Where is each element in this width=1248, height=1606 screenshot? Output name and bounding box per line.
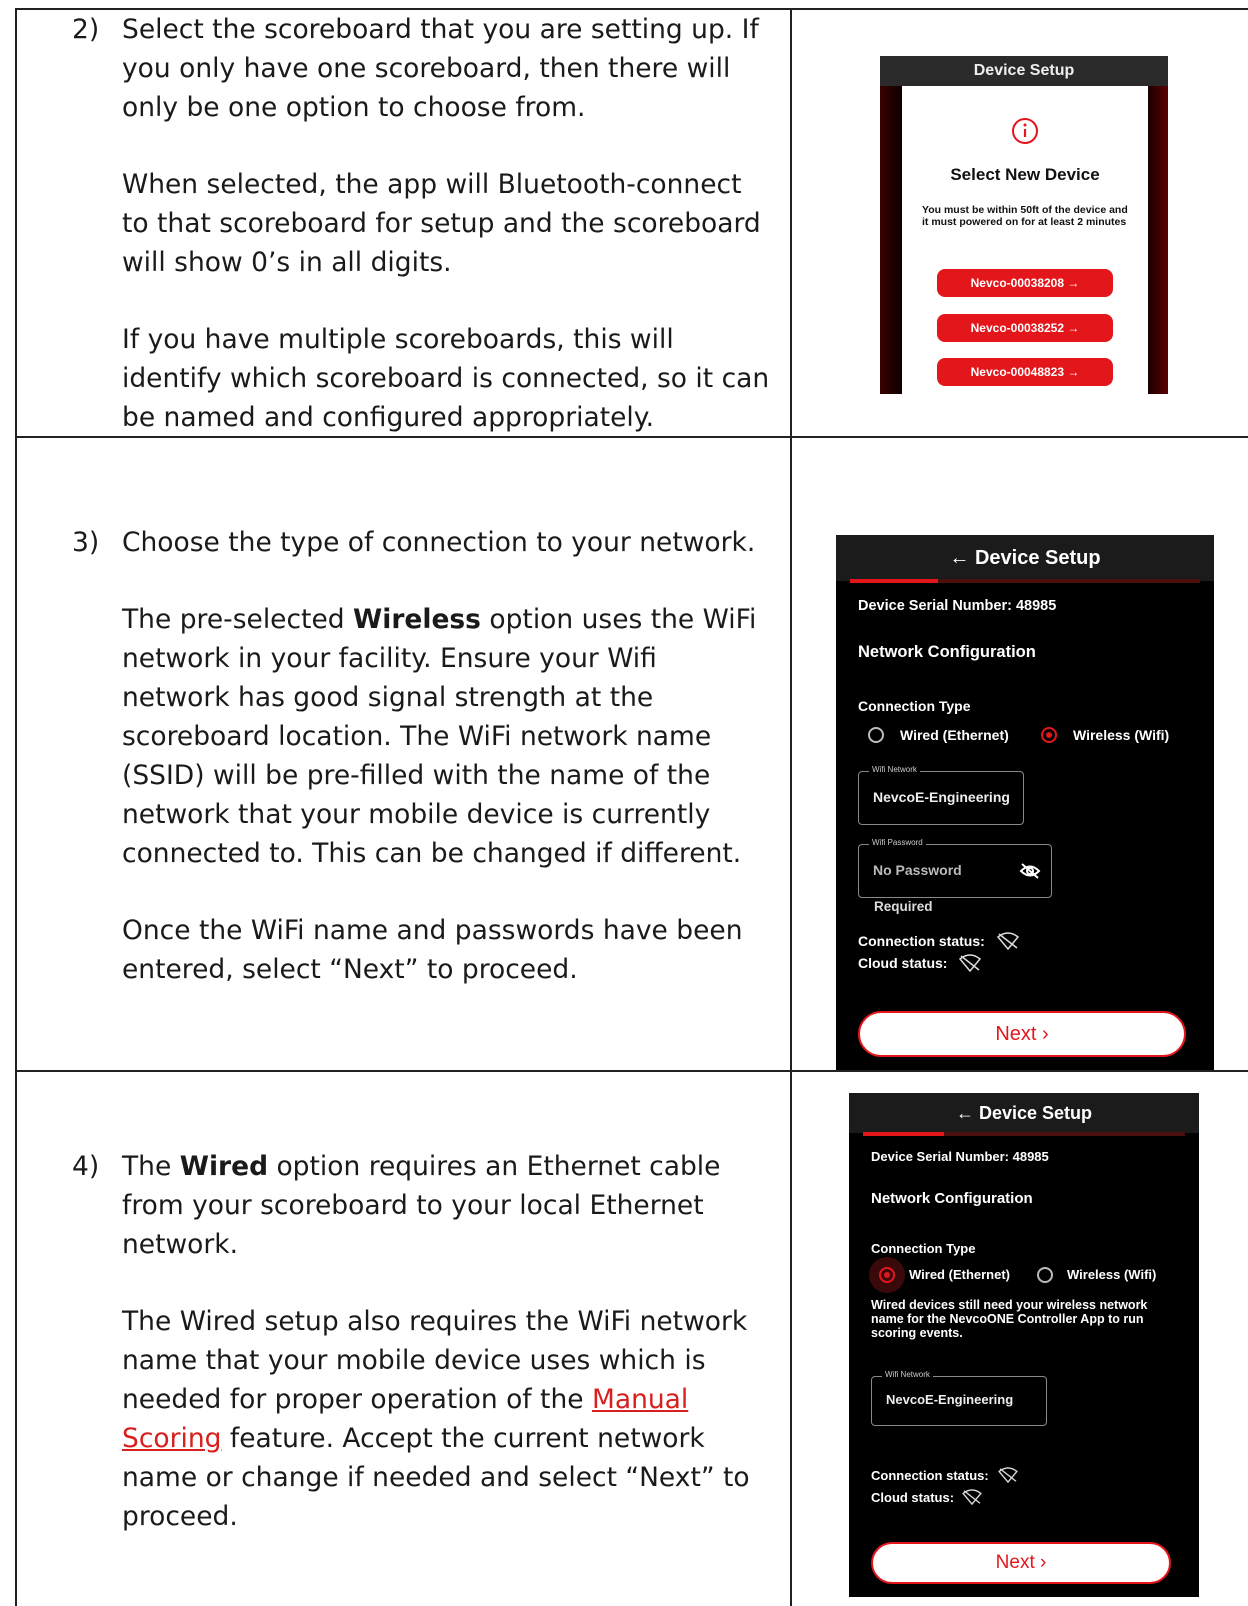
dialog-title: Select New Device <box>950 165 1100 184</box>
wifi-off-icon <box>996 932 1020 950</box>
field-value: NevcoE-Engineering <box>873 789 1010 805</box>
section-title: Network Configuration <box>858 643 1036 661</box>
step-2-paragraph-2: When selected, the app will Bluetooth-co… <box>122 169 761 278</box>
device-button-1[interactable]: Nevco-00038208 → <box>937 269 1113 297</box>
step-2-paragraph-1: Select the scoreboard that you are setti… <box>122 14 759 123</box>
table-border-left <box>15 8 17 1606</box>
connection-type-label: Connection Type <box>871 1241 976 1256</box>
radio-wired-label: Wired (Ethernet) <box>909 1267 1010 1282</box>
connection-status-label: Connection status: <box>871 1468 989 1483</box>
text-span: The <box>122 1151 180 1182</box>
wireless-setup-screen: ← Device Setup Device Serial Number: 489… <box>836 535 1214 1070</box>
wifi-off-icon <box>958 954 982 972</box>
field-value: No Password <box>873 862 962 878</box>
select-device-screen: Device Setup Select New Device You must … <box>880 56 1168 394</box>
wifi-off-icon <box>962 1489 982 1505</box>
step-3-paragraph-2: The pre-selected Wireless option uses th… <box>122 600 772 873</box>
step-3-number: 3) <box>72 527 100 558</box>
wifi-password-field[interactable]: Wifi Password No Password <box>858 838 1052 898</box>
progress-fill <box>863 1132 944 1136</box>
connection-type-label: Connection Type <box>858 698 971 714</box>
radio-wireless[interactable] <box>1041 727 1057 743</box>
step-3-paragraph-3: Once the WiFi name and passwords have be… <box>122 915 743 985</box>
next-button[interactable]: Next › <box>871 1542 1171 1584</box>
progress-bar <box>863 1132 1185 1136</box>
cloud-status-label: Cloud status: <box>858 955 948 971</box>
connection-status-label: Connection status: <box>858 933 985 949</box>
field-label: Wifi Network <box>869 765 920 774</box>
step-4-paragraph-2: The Wired setup also requires the WiFi n… <box>122 1302 772 1536</box>
step-4-paragraph-1: The Wired option requires an Ethernet ca… <box>122 1147 772 1264</box>
step-3-text: 3) Choose the type of connection to your… <box>72 523 772 1027</box>
next-button[interactable]: Next › <box>858 1011 1186 1057</box>
step-3-paragraph-1: Choose the type of connection to your ne… <box>122 527 756 558</box>
device-button-2[interactable]: Nevco-00038252 → <box>937 314 1113 342</box>
field-value: NevcoE-Engineering <box>886 1392 1014 1407</box>
radio-wired-label: Wired (Ethernet) <box>900 727 1009 743</box>
step-2-text: 2) Select the scoreboard that you are se… <box>72 10 772 475</box>
radio-wireless[interactable] <box>1037 1267 1053 1283</box>
bold-wired: Wired <box>179 1151 269 1182</box>
radio-wireless-label: Wireless (Wifi) <box>1067 1267 1157 1282</box>
required-hint: Required <box>874 899 933 914</box>
table-border-row2 <box>15 1070 1248 1072</box>
step-2-paragraph-3: If you have multiple scoreboards, this w… <box>122 324 770 433</box>
section-title: Network Configuration <box>871 1190 1033 1207</box>
serial-number: Device Serial Number: 48985 <box>871 1149 1049 1164</box>
text-span: option uses the WiFi network in your fac… <box>122 604 757 869</box>
text-span: The pre-selected <box>122 604 353 635</box>
progress-fill <box>850 579 938 583</box>
dialog-note: You must be within 50ft of the device an… <box>922 204 1128 228</box>
step-4-number: 4) <box>72 1151 100 1182</box>
field-label: Wifi Password <box>869 838 926 847</box>
wifi-off-icon <box>998 1467 1018 1483</box>
bold-wireless: Wireless <box>353 604 481 635</box>
wifi-network-field[interactable]: Wifi Network NevcoE-Engineering <box>858 765 1024 825</box>
radio-wireless-label: Wireless (Wifi) <box>1073 727 1170 743</box>
serial-number: Device Serial Number: 48985 <box>858 598 1057 614</box>
radio-wired[interactable] <box>868 727 884 743</box>
field-label: Wifi Network <box>882 1370 933 1379</box>
dialog-card: Select New Device You must be within 50f… <box>902 86 1148 394</box>
step-2-number: 2) <box>72 14 100 45</box>
screen-header[interactable]: ← Device Setup <box>836 535 1214 581</box>
progress-bar <box>850 579 1200 583</box>
wifi-network-field[interactable]: Wifi Network NevcoE-Engineering <box>871 1370 1047 1426</box>
screen-header: Device Setup <box>880 56 1168 86</box>
wired-setup-screen: ← Device Setup Device Serial Number: 489… <box>849 1093 1199 1597</box>
info-icon <box>1012 118 1038 144</box>
screen-header[interactable]: ← Device Setup <box>849 1093 1199 1133</box>
cloud-status-label: Cloud status: <box>871 1490 955 1505</box>
wired-note: Wired devices still need your wireless n… <box>871 1298 1148 1340</box>
step-4-text: 4) The Wired option requires an Ethernet… <box>72 1147 772 1574</box>
table-border-middle <box>790 8 792 1606</box>
eye-off-icon[interactable] <box>1019 862 1041 880</box>
device-button-3[interactable]: Nevco-00048823 → <box>937 358 1113 386</box>
radio-wired[interactable] <box>879 1267 895 1283</box>
